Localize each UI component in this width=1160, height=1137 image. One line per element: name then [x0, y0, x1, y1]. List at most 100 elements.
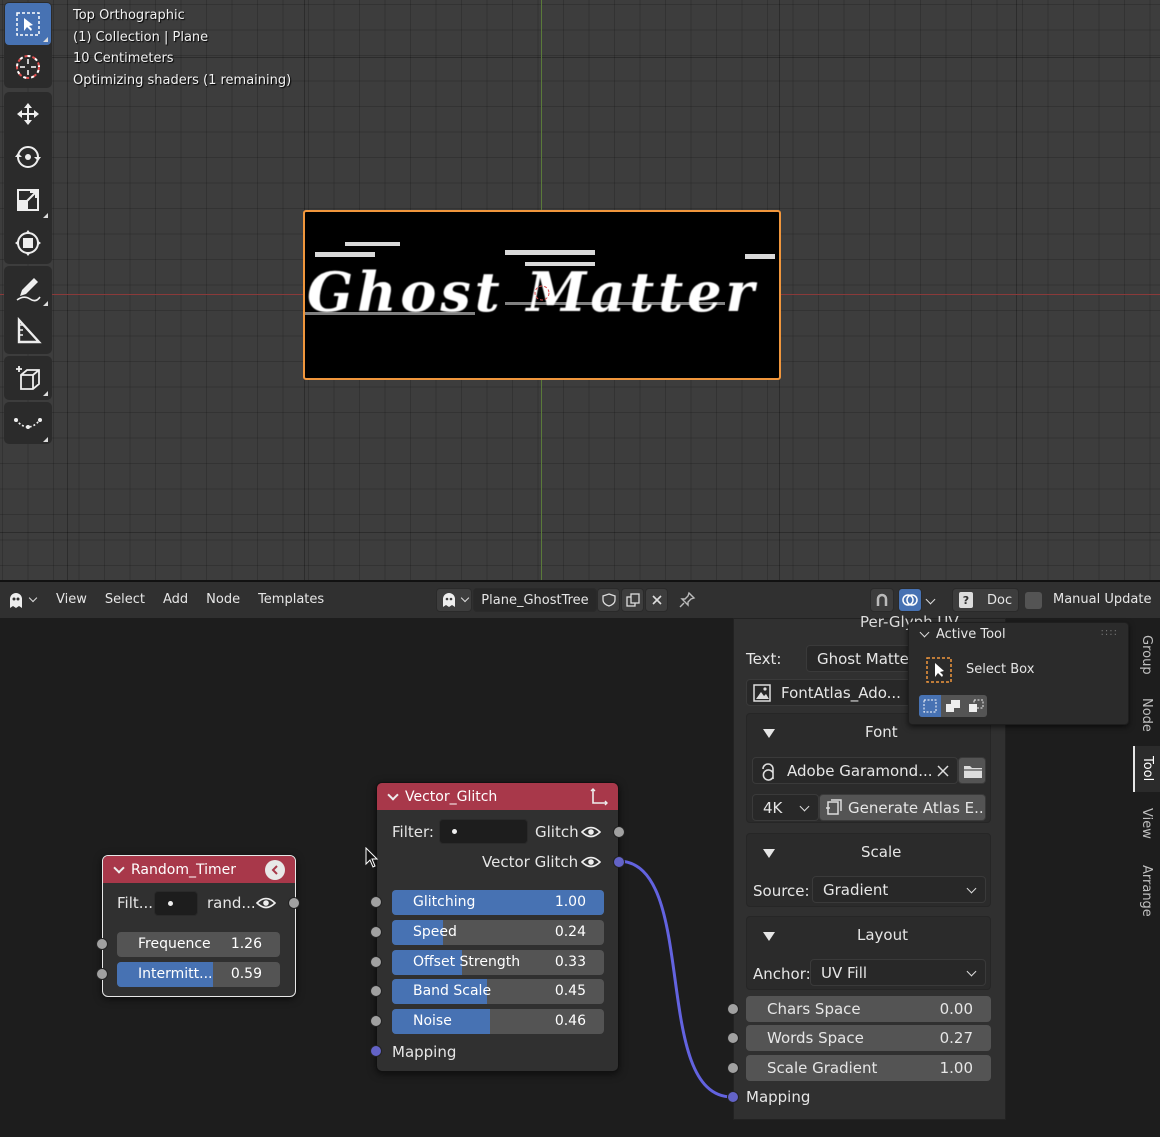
vector-glitch-node[interactable]: Vector_Glitch Filter: Glitch Vector Glit…	[370, 782, 625, 1072]
field-label: Glitching	[413, 894, 476, 910]
text-label: Text:	[746, 650, 782, 668]
active-tool-title: Active Tool	[936, 627, 1006, 642]
move-tool[interactable]	[5, 93, 51, 135]
add-cube-icon	[16, 366, 40, 390]
input-socket[interactable]	[370, 956, 382, 968]
input-socket[interactable]	[96, 938, 108, 950]
anchor-dropdown[interactable]: UV Fill	[810, 959, 986, 986]
active-tool-panel[interactable]: Active Tool :::: Select Box	[908, 622, 1129, 725]
node-title: Vector_Glitch	[405, 788, 498, 805]
glitch-output-socket[interactable]	[613, 826, 625, 838]
input-socket[interactable]	[727, 1003, 739, 1015]
drag-handle-icon[interactable]: ::::	[1101, 627, 1118, 638]
collapse-triangle-icon[interactable]	[763, 932, 775, 941]
tab-arrange[interactable]: Arrange	[1133, 854, 1160, 928]
mode-new-button[interactable]	[919, 695, 941, 717]
input-socket[interactable]	[96, 968, 108, 980]
browse-folder-button[interactable]	[958, 757, 986, 784]
select-box-tool[interactable]	[5, 3, 51, 45]
filter-input[interactable]	[439, 819, 528, 844]
resolution-dropdown[interactable]: 4K	[752, 794, 819, 821]
extrude-tool[interactable]	[5, 403, 51, 445]
input-socket[interactable]	[370, 926, 382, 938]
mode-set-icon	[923, 699, 937, 713]
mode-extend-button[interactable]	[941, 695, 964, 717]
cursor-tool[interactable]	[5, 46, 51, 88]
generate-atlas-button[interactable]: Generate Atlas E...	[819, 794, 986, 821]
glitch-band	[525, 262, 595, 266]
field-value: 0.24	[554, 924, 586, 940]
input-socket[interactable]	[370, 896, 382, 908]
tab-tool[interactable]: Tool	[1133, 746, 1160, 792]
input-socket[interactable]	[370, 985, 382, 997]
field-value: 0.59	[230, 966, 262, 982]
plane-object[interactable]: Ghost Matter	[303, 210, 781, 380]
speed-field[interactable]: Speed 0.24	[392, 920, 604, 945]
random-timer-node[interactable]: Random_Timer Filt... rand... Frequence 1…	[96, 855, 300, 997]
chars-space-field[interactable]: Chars Space 0.00	[746, 996, 991, 1022]
anchor-label: Anchor:	[753, 965, 811, 983]
font-panel: Font Adobe Garamond... 4K Generate Atlas…	[746, 713, 991, 823]
glitch-output-label: Glitch	[535, 823, 579, 841]
select-box-icon[interactable]	[925, 656, 953, 684]
glitch-band	[345, 242, 400, 246]
scale-icon	[17, 189, 39, 211]
eye-icon[interactable]	[581, 855, 601, 869]
glitch-band	[745, 254, 775, 259]
collapse-triangle-icon[interactable]	[763, 849, 775, 858]
anchor-value: UV Fill	[821, 964, 868, 982]
source-value: Gradient	[823, 881, 889, 899]
words-space-field[interactable]: Words Space 0.27	[746, 1025, 991, 1051]
collapse-triangle-icon[interactable]	[763, 729, 775, 738]
intermittence-field[interactable]: Intermitt... 0.59	[117, 962, 280, 987]
transform-icon	[15, 230, 41, 256]
rotate-tool[interactable]	[5, 136, 51, 178]
transform-tool[interactable]	[5, 222, 51, 264]
field-value: 0.33	[554, 954, 586, 970]
source-dropdown[interactable]: Gradient	[812, 876, 986, 903]
field-label: Speed	[413, 924, 457, 940]
input-socket[interactable]	[727, 1062, 739, 1074]
node-header[interactable]: Vector_Glitch	[377, 783, 618, 810]
filter-input[interactable]	[154, 891, 198, 916]
mapping-input-socket[interactable]	[370, 1045, 382, 1057]
mapping-input-socket[interactable]	[727, 1091, 739, 1103]
glitching-field[interactable]: Glitching 1.00	[392, 890, 604, 915]
mode-subtract-button[interactable]	[964, 695, 987, 717]
eye-icon[interactable]	[581, 825, 601, 839]
chevron-down-icon[interactable]	[919, 627, 930, 638]
grid-scale: 10 Centimeters	[73, 51, 174, 67]
viewport-info-overlay: Top Orthographic (1) Collection | Plane …	[73, 5, 291, 92]
offset-strength-field[interactable]: Offset Strength 0.33	[392, 950, 604, 975]
noise-field[interactable]: Noise 0.46	[392, 1009, 604, 1034]
close-icon[interactable]	[937, 765, 949, 777]
collapse-chevron-icon[interactable]	[113, 861, 125, 874]
back-arrow-icon[interactable]	[265, 860, 285, 880]
add-cube-tool[interactable]	[5, 357, 51, 399]
mode-subtract-icon	[968, 699, 983, 712]
scale-tool[interactable]	[5, 179, 51, 221]
annotate-tool[interactable]	[5, 267, 51, 309]
vector-output-socket[interactable]	[613, 856, 625, 868]
band-scale-field[interactable]: Band Scale 0.45	[392, 979, 604, 1004]
tab-node[interactable]: Node	[1133, 690, 1160, 740]
measure-tool[interactable]	[5, 310, 51, 352]
font-selector[interactable]: Adobe Garamond...	[752, 757, 958, 784]
3d-viewport[interactable]: Top Orthographic (1) Collection | Plane …	[0, 0, 1160, 580]
input-socket[interactable]	[727, 1032, 739, 1044]
collapse-chevron-icon[interactable]	[387, 788, 399, 801]
node-editor[interactable]: View Select Add Node Templates Plane_Gho…	[0, 580, 1160, 1137]
eye-icon[interactable]	[256, 896, 276, 910]
output-socket[interactable]	[288, 897, 300, 909]
node-header[interactable]: Random_Timer	[103, 856, 295, 883]
generate-label: Generate Atlas E...	[848, 799, 986, 817]
tab-group[interactable]: Group	[1133, 628, 1160, 682]
chevron-down-icon	[966, 883, 977, 894]
input-socket[interactable]	[370, 1015, 382, 1027]
field-label: Band Scale	[413, 983, 492, 999]
toolbar-extrude-group	[4, 402, 52, 444]
tab-view[interactable]: View	[1133, 798, 1160, 848]
frequence-field[interactable]: Frequence 1.26	[117, 932, 280, 957]
scale-gradient-field[interactable]: Scale Gradient 1.00	[746, 1055, 991, 1081]
glitch-band	[315, 252, 375, 257]
